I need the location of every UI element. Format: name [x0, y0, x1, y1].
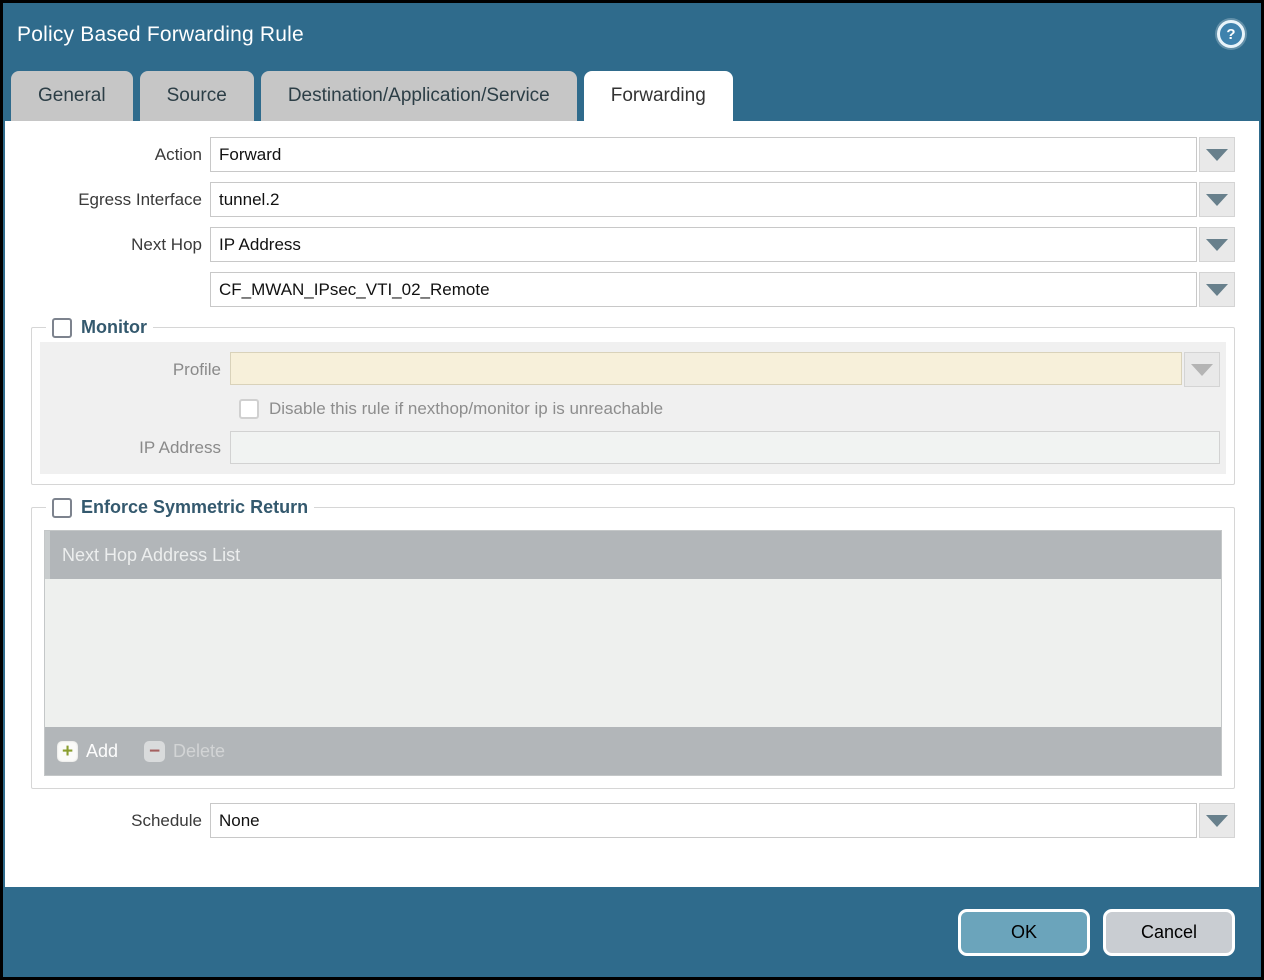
- tab-bar: General Source Destination/Application/S…: [3, 69, 1261, 121]
- action-dropdown-button[interactable]: [1199, 137, 1235, 172]
- egress-interface-row: Egress Interface: [5, 182, 1259, 217]
- schedule-row: Schedule: [5, 803, 1259, 838]
- next-hop-address-input[interactable]: [210, 272, 1197, 307]
- chevron-down-icon: [1191, 364, 1213, 376]
- pbf-rule-dialog: Policy Based Forwarding Rule ? General S…: [0, 0, 1264, 980]
- help-icon-glyph: ?: [1226, 26, 1235, 43]
- schedule-dropdown-button[interactable]: [1199, 803, 1235, 838]
- monitor-section: Monitor Profile Disable this rule if nex…: [31, 317, 1235, 485]
- monitor-ip-address-input: [230, 431, 1220, 464]
- add-button[interactable]: + Add: [57, 741, 118, 762]
- next-hop-address-list-toolbar: + Add − Delete: [45, 727, 1221, 775]
- action-row: Action: [5, 137, 1259, 172]
- disable-rule-label: Disable this rule if nexthop/monitor ip …: [269, 399, 663, 419]
- cancel-button[interactable]: Cancel: [1103, 909, 1235, 956]
- tab-forwarding[interactable]: Forwarding: [584, 71, 733, 121]
- chevron-down-icon: [1206, 815, 1228, 827]
- monitor-panel: Profile Disable this rule if nexthop/mon…: [40, 342, 1226, 474]
- tab-general[interactable]: General: [11, 71, 133, 121]
- next-hop-label: Next Hop: [5, 235, 210, 255]
- profile-input: [230, 352, 1182, 385]
- tab-source[interactable]: Source: [140, 71, 254, 121]
- minus-icon: −: [144, 741, 165, 762]
- enforce-symmetric-return-title: Enforce Symmetric Return: [81, 497, 308, 518]
- monitor-section-title: Monitor: [81, 317, 147, 338]
- next-hop-address-list-header-label: Next Hop Address List: [62, 545, 240, 566]
- dialog-footer: OK Cancel: [3, 887, 1261, 979]
- forwarding-tab-panel: Action Egress Interface Next Hop: [5, 121, 1259, 887]
- next-hop-address-list-body[interactable]: [45, 579, 1221, 727]
- disable-rule-checkbox: [239, 399, 259, 419]
- chevron-down-icon: [1206, 194, 1228, 206]
- profile-row: Profile: [40, 352, 1220, 387]
- next-hop-dropdown-button[interactable]: [1199, 227, 1235, 262]
- profile-label: Profile: [40, 360, 230, 380]
- delete-button: − Delete: [144, 741, 225, 762]
- egress-interface-dropdown-button[interactable]: [1199, 182, 1235, 217]
- dialog-title: Policy Based Forwarding Rule: [17, 23, 1261, 47]
- chevron-down-icon: [1206, 239, 1228, 251]
- enforce-symmetric-return-section: Enforce Symmetric Return Next Hop Addres…: [31, 497, 1235, 789]
- add-button-label: Add: [86, 741, 118, 762]
- monitor-checkbox[interactable]: [52, 318, 72, 338]
- plus-icon: +: [57, 741, 78, 762]
- next-hop-row: Next Hop: [5, 227, 1259, 262]
- delete-button-label: Delete: [173, 741, 225, 762]
- chevron-down-icon: [1206, 149, 1228, 161]
- next-hop-address-list-header: Next Hop Address List: [45, 531, 1221, 579]
- dialog-titlebar: Policy Based Forwarding Rule ?: [3, 3, 1261, 69]
- next-hop-address-table: Next Hop Address List + Add − Delete: [44, 530, 1222, 776]
- help-icon[interactable]: ?: [1217, 20, 1245, 48]
- monitor-ip-address-row: IP Address: [40, 431, 1220, 464]
- chevron-down-icon: [1206, 284, 1228, 296]
- disable-rule-row: Disable this rule if nexthop/monitor ip …: [239, 399, 1220, 419]
- egress-interface-label: Egress Interface: [5, 190, 210, 210]
- action-input[interactable]: [210, 137, 1197, 172]
- action-label: Action: [5, 145, 210, 165]
- egress-interface-input[interactable]: [210, 182, 1197, 217]
- next-hop-address-dropdown-button[interactable]: [1199, 272, 1235, 307]
- tab-destination-application-service[interactable]: Destination/Application/Service: [261, 71, 577, 121]
- enforce-symmetric-return-checkbox[interactable]: [52, 498, 72, 518]
- next-hop-type-input[interactable]: [210, 227, 1197, 262]
- profile-dropdown-button: [1184, 352, 1220, 387]
- schedule-label: Schedule: [5, 811, 210, 831]
- monitor-ip-address-label: IP Address: [40, 438, 230, 458]
- next-hop-address-row: [5, 272, 1259, 307]
- schedule-input[interactable]: [210, 803, 1197, 838]
- ok-button[interactable]: OK: [958, 909, 1090, 956]
